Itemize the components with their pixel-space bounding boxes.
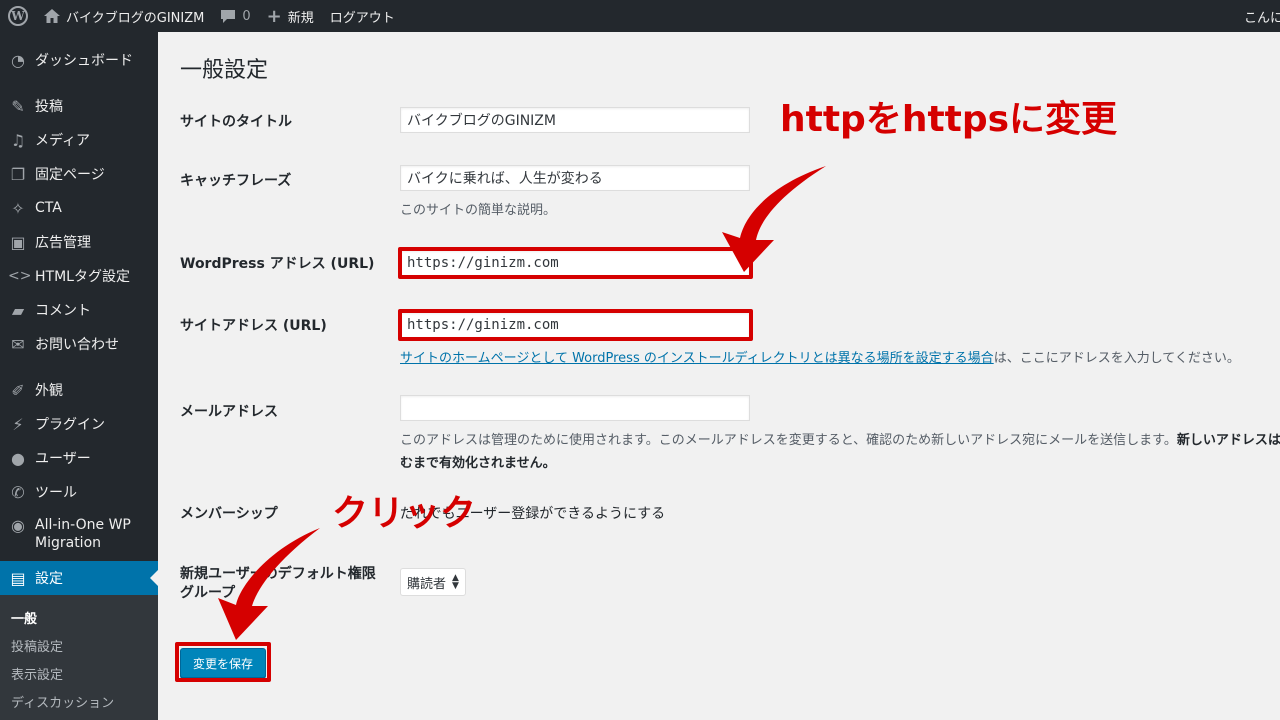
mail-icon: ✉ bbox=[11, 334, 25, 354]
menu-settings[interactable]: ▤ 設定 bbox=[0, 561, 158, 595]
wrench-icon: ✆ bbox=[11, 482, 25, 502]
migration-icon: ◉ bbox=[11, 516, 25, 535]
menu-label: ユーザー bbox=[35, 451, 91, 467]
menu-pages[interactable]: ❐ 固定ページ bbox=[0, 157, 158, 191]
select-arrows-icon: ▲ ▼ bbox=[452, 573, 459, 591]
menu-tools[interactable]: ✆ ツール bbox=[0, 475, 158, 509]
menu-plugins[interactable]: ⚡ プラグイン bbox=[0, 407, 158, 441]
code-icon: <> bbox=[8, 268, 32, 284]
menu-label: 固定ページ bbox=[35, 167, 105, 183]
settings-submenu: 一般 投稿設定 表示設定 ディスカッション bbox=[0, 595, 158, 720]
plugin-icon: ⚡ bbox=[12, 414, 24, 434]
menu-users[interactable]: ● ユーザー bbox=[0, 441, 158, 475]
menu-migration[interactable]: ◉ All-in-One WP Migration bbox=[0, 509, 158, 561]
wp-address-label: WordPress アドレス (URL) bbox=[180, 256, 375, 272]
menu-label: HTMLタグ設定 bbox=[35, 269, 130, 285]
comment-bubble-icon bbox=[221, 9, 236, 23]
email-desc-bold-1: 新しいアドレスは確認が済 bbox=[1176, 433, 1280, 448]
highlight-wp-address bbox=[398, 247, 753, 279]
site-name: バイクブログのGINIZM bbox=[66, 10, 205, 26]
site-address-desc-rest: は、ここにアドレスを入力してください。 bbox=[993, 351, 1240, 366]
email-desc-text: このアドレスは管理のために使用されます。このメールアドレスを変更すると、確認のた… bbox=[400, 433, 1177, 448]
plus-icon: + bbox=[266, 5, 282, 27]
https-annotation: httpをhttpsに変更 bbox=[780, 99, 1118, 140]
menu-label: 投稿 bbox=[35, 99, 63, 115]
highlight-site-address bbox=[398, 309, 753, 341]
submenu-discussion[interactable]: ディスカッション bbox=[0, 687, 158, 715]
site-name-menu[interactable]: バイクブログのGINIZM bbox=[36, 0, 212, 32]
submenu-general[interactable]: 一般 bbox=[0, 603, 158, 631]
menu-label: プラグイン bbox=[35, 417, 105, 433]
default-role-select[interactable]: 購読者 ▲ ▼ bbox=[400, 568, 466, 596]
menu-label: コメント bbox=[35, 303, 91, 319]
tagline-label: キャッチフレーズ bbox=[180, 173, 292, 189]
cta-icon: ✧ bbox=[11, 198, 25, 218]
email-description-line2: むまで有効化されません。 bbox=[400, 452, 556, 471]
comment-count: 0 bbox=[242, 8, 251, 24]
membership-label: メンバーシップ bbox=[180, 506, 278, 522]
new-content-menu[interactable]: + 新規 bbox=[259, 0, 322, 32]
wp-logo-menu[interactable]: W bbox=[0, 0, 36, 32]
menu-posts[interactable]: ✎ 投稿 bbox=[0, 89, 158, 123]
admin-bar: W バイクブログのGINIZM 0 + 新規 ログアウト こんにちは bbox=[0, 0, 1280, 32]
email-input[interactable] bbox=[400, 395, 750, 421]
menu-dashboard[interactable]: ◔ ダッシュボード bbox=[0, 43, 158, 77]
menu-contact[interactable]: ✉ お問い合わせ bbox=[0, 327, 158, 361]
email-description: このアドレスは管理のために使用されます。このメールアドレスを変更すると、確認のた… bbox=[400, 429, 1280, 448]
click-annotation: クリック bbox=[332, 493, 477, 534]
email-label: メールアドレス bbox=[180, 404, 278, 420]
comment-icon: ▰ bbox=[11, 300, 25, 320]
menu-label: 外観 bbox=[35, 383, 63, 399]
site-title-label: サイトのタイトル bbox=[180, 114, 292, 130]
site-address-help-link[interactable]: サイトのホームページとして WordPress のインストールディレクトリとは異… bbox=[400, 351, 994, 366]
site-address-description: サイトのホームページとして WordPress のインストールディレクトリとは異… bbox=[400, 347, 1240, 366]
admin-sidebar: ◔ ダッシュボード ✎ 投稿 ♫ メディア ❐ 固定ページ ✧ CTA ▣ 広告… bbox=[0, 32, 158, 720]
menu-ads[interactable]: ▣ 広告管理 bbox=[0, 225, 158, 259]
dashboard-icon: ◔ bbox=[11, 50, 25, 70]
home-icon bbox=[44, 9, 60, 23]
menu-label: 広告管理 bbox=[35, 235, 91, 251]
site-address-label: サイトアドレス (URL) bbox=[180, 318, 327, 334]
logout-label: ログアウト bbox=[329, 10, 395, 26]
logout-link[interactable]: ログアウト bbox=[322, 0, 403, 32]
highlight-save-button bbox=[175, 642, 271, 682]
brush-icon: ✐ bbox=[11, 380, 25, 400]
tagline-input[interactable]: バイクに乗れば、人生が変わる bbox=[400, 165, 750, 191]
menu-label: ダッシュボード bbox=[35, 53, 133, 69]
settings-icon: ▤ bbox=[10, 568, 26, 588]
submenu-reading[interactable]: 表示設定 bbox=[0, 659, 158, 687]
menu-label: ツール bbox=[35, 485, 77, 501]
menu-label: 設定 bbox=[35, 571, 63, 587]
greeting: こんにちは bbox=[1244, 10, 1280, 26]
media-icon: ♫ bbox=[10, 130, 26, 150]
user-icon: ● bbox=[11, 448, 25, 468]
tagline-description: このサイトの簡単な説明。 bbox=[400, 203, 557, 218]
menu-label: All-in-One WP Migration bbox=[35, 517, 131, 551]
menu-media[interactable]: ♫ メディア bbox=[0, 123, 158, 157]
pin-icon: ✎ bbox=[11, 96, 25, 116]
default-role-label: 新規ユーザーのデフォルト権限 グループ bbox=[180, 565, 376, 603]
new-label: 新規 bbox=[287, 10, 314, 26]
email-desc-bold-2: むまで有効化されません。 bbox=[400, 456, 556, 471]
menu-label: CTA bbox=[35, 200, 62, 216]
site-title-input[interactable]: バイクブログのGINIZM bbox=[400, 107, 750, 133]
default-role-label-line2: グループ bbox=[180, 585, 236, 601]
ad-icon: ▣ bbox=[10, 232, 26, 252]
submenu-writing[interactable]: 投稿設定 bbox=[0, 631, 158, 659]
page-title: 一般設定 bbox=[180, 58, 269, 83]
default-role-value: 購読者 bbox=[407, 576, 447, 592]
page-icon: ❐ bbox=[10, 164, 26, 184]
default-role-label-line1: 新規ユーザーのデフォルト権限 bbox=[180, 566, 376, 582]
comments-menu[interactable]: 0 bbox=[212, 0, 258, 32]
menu-appearance[interactable]: ✐ 外観 bbox=[0, 373, 158, 407]
wordpress-logo-icon: W bbox=[8, 6, 28, 26]
menu-label: お問い合わせ bbox=[35, 337, 119, 353]
menu-label: メディア bbox=[35, 133, 91, 149]
account-menu[interactable]: こんにちは bbox=[1244, 0, 1280, 32]
menu-comments[interactable]: ▰ コメント bbox=[0, 293, 158, 327]
menu-html-tags[interactable]: <> HTMLタグ設定 bbox=[0, 259, 158, 293]
menu-cta[interactable]: ✧ CTA bbox=[0, 191, 158, 225]
